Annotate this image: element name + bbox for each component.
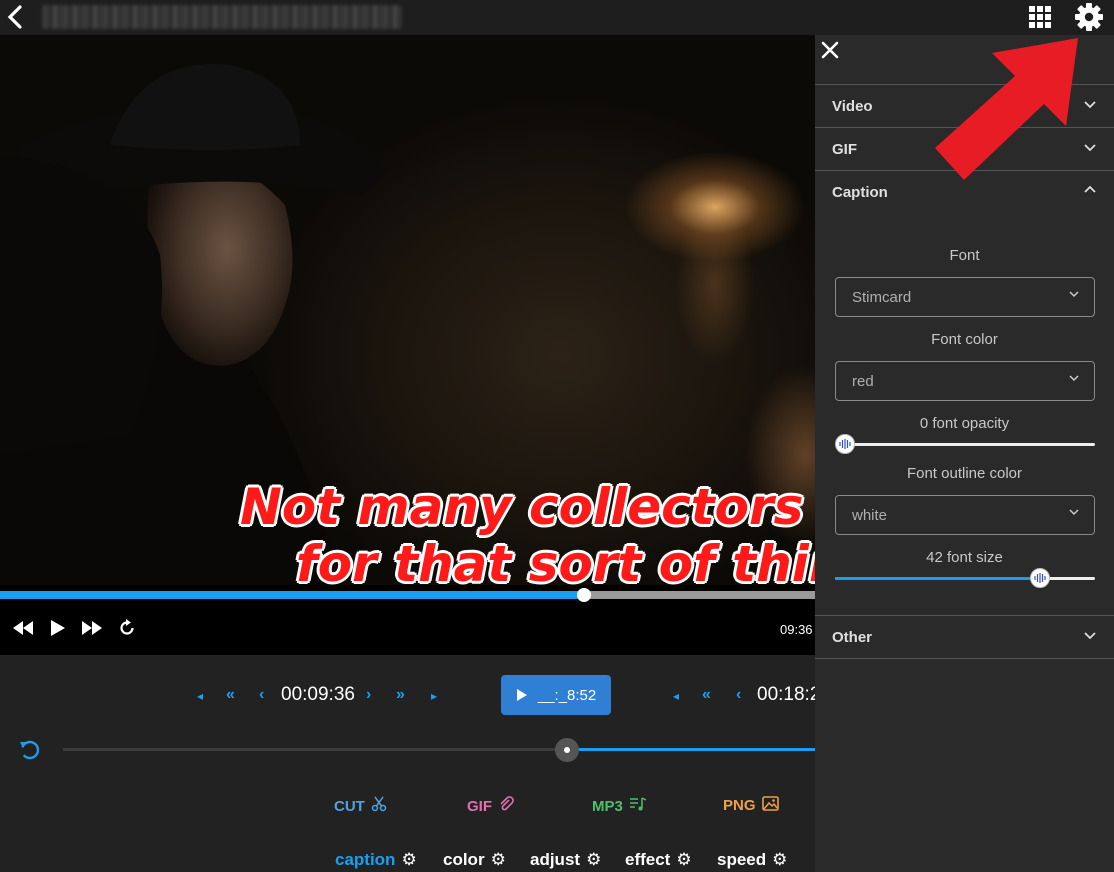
font-outline-color-select-value: white: [852, 507, 888, 524]
red-arrow-annotation: [935, 38, 1078, 180]
play-button[interactable]: [46, 616, 70, 640]
rewind-icon: [13, 621, 33, 635]
grid-dot-icon: [1045, 14, 1051, 20]
section-gif-label: GIF: [832, 141, 857, 158]
close-panel-button[interactable]: [818, 38, 842, 62]
grip-icon: [839, 439, 851, 449]
tool-tab-effect[interactable]: effect ⚙: [625, 850, 692, 870]
section-video-label: Video: [832, 98, 873, 115]
apps-grid-button[interactable]: [1027, 4, 1053, 30]
step-back-end[interactable]: ‹: [736, 686, 741, 704]
font-select[interactable]: Stimcard: [835, 277, 1095, 317]
tool-tab-label: speed: [717, 850, 767, 869]
chevron-down-icon: [1084, 632, 1096, 640]
chevron-down-icon: [1069, 291, 1079, 298]
gear-icon: ⚙: [401, 850, 417, 869]
music-icon: [629, 796, 647, 816]
chevron-down-icon: [1069, 375, 1079, 382]
grid-dot-icon: [1037, 6, 1043, 12]
trim-range-start-knob[interactable]: [554, 738, 579, 762]
caption-text-line-2: for that sort of thing.: [296, 535, 900, 593]
export-gif-button[interactable]: GIF: [467, 796, 514, 816]
fast-forward-icon: [82, 621, 102, 635]
font-color-select[interactable]: red: [835, 361, 1095, 401]
tool-tab-caption[interactable]: caption ⚙: [335, 850, 417, 870]
font-outline-color-select[interactable]: white: [835, 495, 1095, 535]
back-button[interactable]: [2, 3, 30, 31]
grid-dot-icon: [1045, 6, 1051, 12]
step-back-frame-end[interactable]: ◂: [673, 689, 679, 703]
export-label: CUT: [334, 797, 365, 815]
grip-icon: [1034, 573, 1046, 583]
font-opacity-knob[interactable]: [835, 434, 855, 454]
font-color-select-value: red: [852, 373, 874, 390]
step-back-fast-start[interactable]: «: [226, 686, 235, 704]
video-progress-fill: [0, 591, 585, 599]
current-time: 09:36: [780, 622, 813, 637]
tool-tab-label: effect: [625, 850, 671, 869]
step-forward-fast-start[interactable]: »: [396, 686, 405, 704]
gear-icon: ⚙: [772, 850, 788, 869]
export-png-button[interactable]: PNG: [723, 796, 779, 815]
tool-tab-label: caption: [335, 850, 396, 869]
replay-button[interactable]: [115, 616, 139, 640]
step-back-start[interactable]: ‹: [259, 686, 264, 704]
tool-tab-color[interactable]: color ⚙: [443, 850, 506, 870]
section-other[interactable]: Other: [815, 615, 1114, 659]
step-back-frame-start[interactable]: ◂: [197, 689, 203, 703]
export-cut-button[interactable]: CUT: [334, 796, 387, 816]
rewind-button[interactable]: [11, 616, 35, 640]
export-label: PNG: [723, 797, 756, 814]
close-icon: [821, 41, 839, 59]
font-color-label: Font color: [931, 331, 998, 348]
font-select-value: Stimcard: [852, 289, 912, 306]
trim-start-time[interactable]: 00:09:36: [281, 684, 355, 706]
reset-icon: [20, 740, 40, 760]
gear-icon: ⚙: [676, 850, 692, 869]
export-mp3-button[interactable]: MP3: [592, 796, 647, 816]
font-outline-color-label: Font outline color: [906, 465, 1023, 482]
grid-dot-icon: [1037, 14, 1043, 20]
reset-range-button[interactable]: [18, 738, 42, 762]
play-icon: [51, 620, 65, 636]
replay-icon: [120, 619, 134, 635]
font-size-fill: [835, 577, 1041, 580]
video-title-redacted: [42, 5, 402, 29]
section-caption-label: Caption: [832, 184, 888, 201]
font-opacity-track[interactable]: [835, 443, 1095, 446]
chevron-left-icon: [7, 5, 22, 29]
grid-dot-icon: [1029, 14, 1035, 20]
font-label: Font: [949, 247, 980, 264]
tool-tab-adjust[interactable]: adjust ⚙: [530, 850, 601, 870]
trim-range-fill: [566, 748, 815, 751]
play-segment-button[interactable]: __:_8:52: [501, 675, 611, 715]
image-icon: [761, 796, 779, 815]
export-label: MP3: [592, 797, 623, 815]
export-label: GIF: [467, 797, 492, 815]
scissors-icon: [371, 796, 387, 816]
step-forward-frame-start[interactable]: ▸: [431, 689, 437, 703]
paperclip-icon: [498, 796, 514, 816]
tool-tab-speed[interactable]: speed ⚙: [717, 850, 787, 870]
grid-dot-icon: [1029, 6, 1035, 12]
tool-tab-label: adjust: [530, 850, 581, 869]
step-forward-start[interactable]: ›: [366, 686, 371, 704]
gear-icon: ⚙: [586, 850, 602, 869]
segment-duration: __:_8:52: [537, 686, 597, 704]
font-opacity-label: 0 font opacity: [919, 415, 1010, 432]
trim-end-time[interactable]: 00:18:2: [757, 684, 815, 706]
font-size-label: 42 font size: [926, 549, 1003, 566]
app: Not many collectors arou for that sort o…: [0, 0, 1114, 872]
section-other-label: Other: [832, 629, 873, 646]
gear-icon: ⚙: [490, 850, 506, 869]
step-back-fast-end[interactable]: «: [702, 686, 711, 704]
play-icon: [516, 689, 527, 701]
fast-forward-button[interactable]: [80, 616, 104, 640]
chevron-down-icon: [1069, 509, 1079, 516]
tool-tab-label: color: [443, 850, 485, 869]
